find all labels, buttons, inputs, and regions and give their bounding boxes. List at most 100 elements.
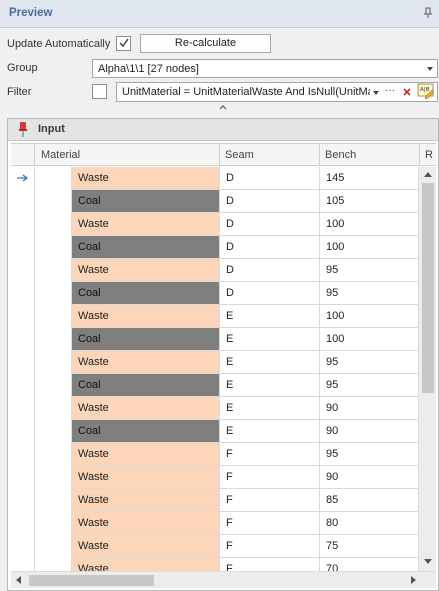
more-options-button[interactable]: ··· bbox=[385, 85, 395, 96]
cell-material[interactable]: Waste bbox=[72, 558, 220, 571]
update-automatically-checkbox[interactable] bbox=[116, 36, 131, 51]
row-indicator[interactable] bbox=[11, 351, 35, 374]
cell-material[interactable]: Waste bbox=[72, 466, 220, 489]
scroll-left-icon[interactable] bbox=[16, 576, 21, 584]
clear-filter-icon[interactable] bbox=[403, 88, 411, 96]
cell-seam[interactable]: E bbox=[220, 420, 320, 443]
cell-bench[interactable]: 105 bbox=[320, 190, 418, 213]
column-header-seam[interactable]: Seam bbox=[220, 144, 320, 166]
cell-material[interactable]: Waste bbox=[72, 489, 220, 512]
cell-bench[interactable]: 90 bbox=[320, 397, 418, 420]
table-row[interactable]: Waste D 100 bbox=[11, 213, 418, 236]
cell-seam[interactable]: F bbox=[220, 535, 320, 558]
horizontal-scroll-thumb[interactable] bbox=[29, 575, 154, 586]
cell-material[interactable]: Waste bbox=[72, 443, 220, 466]
horizontal-scrollbar[interactable] bbox=[11, 571, 436, 588]
table-row[interactable]: Waste E 90 bbox=[11, 397, 418, 420]
cell-seam[interactable]: D bbox=[220, 213, 320, 236]
cell-seam[interactable]: E bbox=[220, 397, 320, 420]
cell-bench[interactable]: 100 bbox=[320, 213, 418, 236]
table-row[interactable]: Coal D 100 bbox=[11, 236, 418, 259]
cell-bench[interactable]: 100 bbox=[320, 236, 418, 259]
column-header-material[interactable]: Material bbox=[35, 144, 220, 166]
table-row[interactable]: Waste D 95 bbox=[11, 259, 418, 282]
table-row[interactable]: Waste F 80 bbox=[11, 512, 418, 535]
row-indicator[interactable] bbox=[11, 443, 35, 466]
cell-material[interactable]: Waste bbox=[72, 305, 220, 328]
filter-enabled-checkbox[interactable] bbox=[92, 84, 107, 99]
cell-seam[interactable]: D bbox=[220, 190, 320, 213]
scroll-up-icon[interactable] bbox=[424, 172, 432, 177]
cell-bench[interactable]: 100 bbox=[320, 305, 418, 328]
cell-seam[interactable]: E bbox=[220, 305, 320, 328]
cell-bench[interactable]: 145 bbox=[320, 167, 418, 190]
cell-seam[interactable]: E bbox=[220, 328, 320, 351]
table-row[interactable]: Waste F 95 bbox=[11, 443, 418, 466]
row-indicator[interactable] bbox=[11, 535, 35, 558]
cell-material[interactable]: Waste bbox=[72, 259, 220, 282]
row-indicator[interactable] bbox=[11, 466, 35, 489]
table-row[interactable]: Coal E 100 bbox=[11, 328, 418, 351]
row-indicator[interactable] bbox=[11, 305, 35, 328]
chevron-up-icon[interactable] bbox=[219, 104, 227, 110]
cell-material[interactable]: Coal bbox=[72, 190, 220, 213]
column-header-bench[interactable]: Bench bbox=[320, 144, 420, 166]
table-row[interactable]: Waste E 100 bbox=[11, 305, 418, 328]
cell-seam[interactable]: E bbox=[220, 374, 320, 397]
cell-material[interactable]: Coal bbox=[72, 236, 220, 259]
row-indicator[interactable] bbox=[11, 213, 35, 236]
row-indicator[interactable] bbox=[11, 489, 35, 512]
cell-seam[interactable]: D bbox=[220, 282, 320, 305]
cell-seam[interactable]: D bbox=[220, 259, 320, 282]
cell-bench[interactable]: 95 bbox=[320, 374, 418, 397]
cell-bench[interactable]: 90 bbox=[320, 420, 418, 443]
column-header-r[interactable]: R bbox=[420, 144, 438, 166]
row-indicator[interactable] bbox=[11, 374, 35, 397]
table-row[interactable]: Waste F 90 bbox=[11, 466, 418, 489]
cell-seam[interactable]: F bbox=[220, 443, 320, 466]
scroll-down-icon[interactable] bbox=[424, 559, 432, 564]
row-indicator[interactable] bbox=[11, 328, 35, 351]
table-row[interactable]: Waste F 70 bbox=[11, 558, 418, 571]
table-row[interactable]: Coal E 95 bbox=[11, 374, 418, 397]
row-indicator[interactable] bbox=[11, 512, 35, 535]
vertical-scroll-thumb[interactable] bbox=[422, 183, 434, 393]
table-row[interactable]: Coal D 95 bbox=[11, 282, 418, 305]
row-indicator[interactable] bbox=[11, 259, 35, 282]
table-row[interactable]: Coal E 90 bbox=[11, 420, 418, 443]
group-select[interactable]: Alpha\1\1 [27 nodes] bbox=[92, 59, 438, 78]
cell-seam[interactable]: D bbox=[220, 236, 320, 259]
cell-seam[interactable]: D bbox=[220, 167, 320, 190]
cell-seam[interactable]: F bbox=[220, 558, 320, 571]
cell-seam[interactable]: E bbox=[220, 351, 320, 374]
cell-bench[interactable]: 90 bbox=[320, 466, 418, 489]
cell-material[interactable]: Waste bbox=[72, 512, 220, 535]
cell-bench[interactable]: 85 bbox=[320, 489, 418, 512]
recalculate-button[interactable]: Re-calculate bbox=[140, 34, 271, 53]
dock-pin-icon[interactable] bbox=[423, 7, 433, 19]
table-row[interactable]: Waste D 145 bbox=[11, 167, 418, 190]
row-indicator[interactable] bbox=[11, 420, 35, 443]
cell-bench[interactable]: 95 bbox=[320, 282, 418, 305]
cell-material[interactable]: Coal bbox=[72, 328, 220, 351]
vertical-scrollbar[interactable] bbox=[418, 167, 436, 571]
pushpin-icon[interactable] bbox=[18, 121, 28, 138]
table-row[interactable]: Waste F 85 bbox=[11, 489, 418, 512]
cell-bench[interactable]: 80 bbox=[320, 512, 418, 535]
cell-material[interactable]: Waste bbox=[72, 167, 220, 190]
table-row[interactable]: Waste F 75 bbox=[11, 535, 418, 558]
filter-dropdown-icon[interactable] bbox=[373, 91, 379, 95]
row-indicator[interactable] bbox=[11, 397, 35, 420]
cell-bench[interactable]: 100 bbox=[320, 328, 418, 351]
cell-bench[interactable]: 70 bbox=[320, 558, 418, 571]
row-indicator[interactable] bbox=[11, 167, 35, 190]
cell-material[interactable]: Waste bbox=[72, 397, 220, 420]
row-indicator[interactable] bbox=[11, 236, 35, 259]
table-row[interactable]: Coal D 105 bbox=[11, 190, 418, 213]
cell-material[interactable]: Waste bbox=[72, 535, 220, 558]
cell-bench[interactable]: 95 bbox=[320, 351, 418, 374]
row-indicator[interactable] bbox=[11, 558, 35, 571]
filter-expression-field[interactable]: UnitMaterial = UnitMaterialWaste And IsN… bbox=[116, 82, 438, 102]
cell-bench[interactable]: 95 bbox=[320, 443, 418, 466]
table-row[interactable]: Waste E 95 bbox=[11, 351, 418, 374]
